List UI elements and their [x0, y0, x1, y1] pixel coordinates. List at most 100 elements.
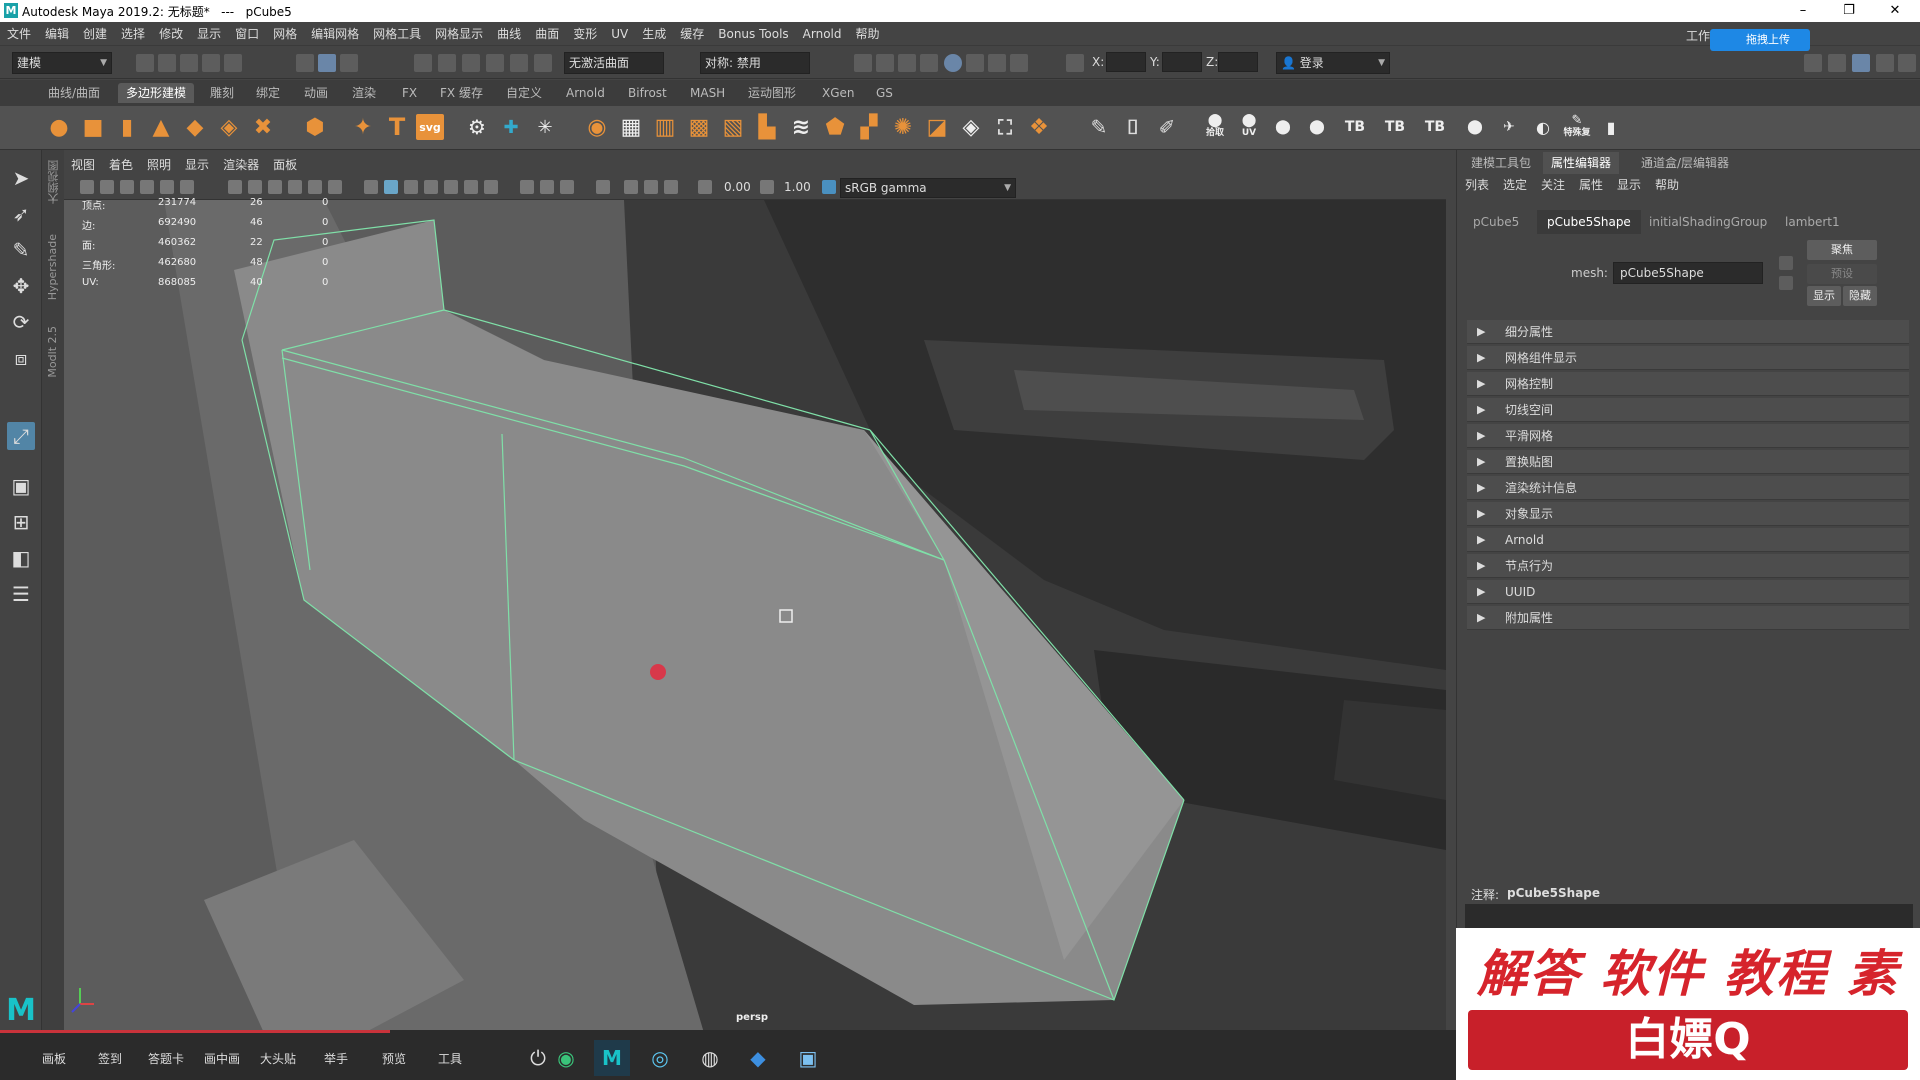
login-dropdown[interactable]: 👤 登录 ▼: [1276, 52, 1390, 74]
select-component-icon[interactable]: [340, 54, 358, 72]
tool-settings-icon[interactable]: [1852, 54, 1870, 72]
script-1-icon[interactable]: ⬤: [1268, 112, 1298, 142]
render-view-icon[interactable]: [854, 54, 872, 72]
search-app-icon[interactable]: ◎: [642, 1040, 678, 1076]
vp-menu-show[interactable]: 显示: [178, 154, 216, 176]
move-tool-icon[interactable]: ✥: [7, 272, 35, 300]
lasso-tool-icon[interactable]: ➶: [7, 200, 35, 228]
poly-plane-icon[interactable]: ◈: [214, 112, 244, 142]
section-smooth-mesh[interactable]: ▶ 平滑网格: [1467, 424, 1909, 448]
side-by-side-icon[interactable]: ◧: [7, 544, 35, 572]
textured-icon[interactable]: [444, 180, 458, 194]
menu-display[interactable]: 显示: [190, 22, 228, 46]
resolution-gate-icon[interactable]: [268, 180, 282, 194]
snap-live-icon[interactable]: [510, 54, 528, 72]
select-object-icon[interactable]: [318, 54, 336, 72]
poly-torus-icon[interactable]: ◆: [180, 112, 210, 142]
ambient-occlusion-icon[interactable]: [520, 180, 534, 194]
menu-generate[interactable]: 生成: [635, 22, 673, 46]
target-weld-icon[interactable]: ❖: [1024, 112, 1054, 142]
fill-hole-icon[interactable]: ◪: [922, 112, 952, 142]
show-button[interactable]: 显示: [1807, 286, 1841, 306]
menu-bonus-tools[interactable]: Bonus Tools: [711, 22, 795, 46]
menu-edit[interactable]: 编辑: [38, 22, 76, 46]
sculpt-tools-icon[interactable]: ⚙: [462, 112, 492, 142]
render-settings-icon[interactable]: [920, 54, 938, 72]
ae-menu-attributes[interactable]: 属性: [1579, 176, 1603, 193]
extract-icon[interactable]: ▥: [650, 112, 680, 142]
bevel-icon[interactable]: ≋: [786, 112, 816, 142]
special-duplicate-icon[interactable]: ✎ 特殊复: [1562, 112, 1592, 142]
pick-tool-icon[interactable]: ⬤ 拾取: [1200, 112, 1230, 142]
gamma-icon[interactable]: [760, 180, 774, 194]
script-4-icon[interactable]: ✈: [1494, 112, 1524, 142]
vp-menu-panels[interactable]: 面板: [266, 154, 304, 176]
section-mesh-controls[interactable]: ▶ 网格控制: [1467, 372, 1909, 396]
shelf-tab-gs[interactable]: GS: [868, 83, 901, 103]
tab-attribute-editor[interactable]: 属性编辑器: [1543, 152, 1620, 174]
vp-menu-view[interactable]: 视图: [64, 154, 102, 176]
minimize-button[interactable]: –: [1780, 0, 1826, 22]
menu-surfaces[interactable]: 曲面: [528, 22, 566, 46]
motion-blur-icon[interactable]: [540, 180, 554, 194]
four-view-icon[interactable]: ⊞: [7, 508, 35, 536]
focus-input-icon[interactable]: [1779, 256, 1793, 270]
wireframe-on-shaded-icon[interactable]: [424, 180, 438, 194]
ae-menu-help[interactable]: 帮助: [1655, 176, 1679, 193]
cloud-upload-button[interactable]: 拖拽上传: [1710, 29, 1810, 51]
section-subdivision[interactable]: ▶ 细分属性: [1467, 320, 1909, 344]
ae-menu-list[interactable]: 列表: [1465, 176, 1489, 193]
channel-box-icon[interactable]: [1876, 54, 1894, 72]
shelf-tab-animation[interactable]: 动画: [296, 83, 336, 103]
color-management-icon[interactable]: [822, 180, 836, 194]
scale-tool-icon[interactable]: ⧈: [7, 344, 35, 372]
live-surface-field[interactable]: 无激活曲面: [564, 52, 664, 74]
colorspace-dropdown[interactable]: sRGB gamma ▼: [840, 178, 1016, 198]
render-setup-icon[interactable]: [966, 54, 984, 72]
append-polygon-icon[interactable]: ✺: [888, 112, 918, 142]
y-input[interactable]: [1162, 52, 1202, 72]
shelf-tab-arnold[interactable]: Arnold: [558, 83, 613, 103]
shelf-tab-fx-cache[interactable]: FX 缓存: [432, 83, 491, 103]
tb-tool-1-icon[interactable]: TB: [1340, 112, 1370, 142]
smooth-shade-icon[interactable]: [384, 180, 398, 194]
select-tool-icon[interactable]: ➤: [7, 164, 35, 192]
xray-icon[interactable]: [624, 180, 638, 194]
smooth-icon[interactable]: ▩: [684, 112, 714, 142]
poly-cone-icon[interactable]: ▲: [146, 112, 176, 142]
shelf-tab-motion-graphics[interactable]: 运动图形: [740, 83, 804, 103]
poly-cube-icon[interactable]: ■: [78, 112, 108, 142]
camera-attr-icon[interactable]: [100, 180, 114, 194]
close-button[interactable]: ✕: [1872, 0, 1918, 22]
menu-mesh[interactable]: 网格: [266, 22, 304, 46]
notes-field[interactable]: [1465, 904, 1913, 928]
shelf-tab-rendering[interactable]: 渲染: [344, 83, 384, 103]
camera-select-icon[interactable]: [80, 180, 94, 194]
boolean-union-icon[interactable]: ▧: [718, 112, 748, 142]
select-hierarchy-icon[interactable]: [296, 54, 314, 72]
bottom-item-sticker[interactable]: 大头贴: [260, 1050, 296, 1067]
vp-menu-renderer[interactable]: 渲染器: [216, 154, 266, 176]
section-extra-attributes[interactable]: ▶ 附加属性: [1467, 606, 1909, 630]
menu-edit-mesh[interactable]: 编辑网格: [304, 22, 366, 46]
shelf-tab-curves[interactable]: 曲线/曲面: [40, 83, 108, 103]
shelf-tab-fx[interactable]: FX: [394, 83, 425, 103]
menu-mesh-tools[interactable]: 网格工具: [366, 22, 428, 46]
hypershade-tab[interactable]: Hypershade: [46, 234, 59, 300]
bottom-item-answer-card[interactable]: 答题卡: [148, 1050, 184, 1067]
mesh-name-field[interactable]: pCube5Shape: [1613, 262, 1763, 284]
script-6-icon[interactable]: ▮: [1596, 112, 1626, 142]
layer-editor-icon[interactable]: [1898, 54, 1916, 72]
snap-grid-icon[interactable]: [414, 54, 432, 72]
combine-icon[interactable]: ◉: [582, 112, 612, 142]
single-view-icon[interactable]: ▣: [7, 472, 35, 500]
focus-output-icon[interactable]: [1779, 276, 1793, 290]
exposure-value[interactable]: 0.00: [724, 180, 751, 194]
gamma-value[interactable]: 1.00: [784, 180, 811, 194]
gate-mask-icon[interactable]: [288, 180, 302, 194]
menu-deform[interactable]: 变形: [566, 22, 604, 46]
shelf-tab-rigging[interactable]: 绑定: [248, 83, 288, 103]
focus-button[interactable]: 聚焦: [1807, 240, 1877, 260]
node-tab-pcube5shape[interactable]: pCube5Shape: [1537, 210, 1641, 234]
menu-file[interactable]: 文件: [0, 22, 38, 46]
